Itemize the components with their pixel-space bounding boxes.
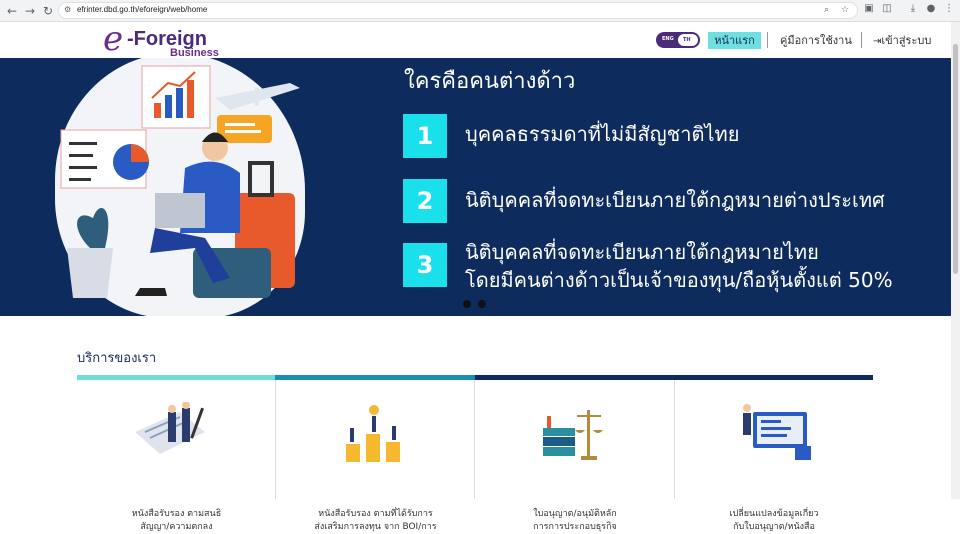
item-text: นิติบุคคลที่จดทะเบียนภายใต้กฎหมายต่างประ… [465,188,885,212]
services-title: บริการของเรา [77,351,157,366]
profile-icon[interactable]: ● [924,3,938,14]
address-bar[interactable]: ⚙ efrinter.dbd.go.th/eforeign/web/home ⌕… [58,2,858,19]
service-caption: สัญญา/ความตกลง [140,522,213,532]
login-link[interactable]: ⇥เข้าสู่ระบบ [873,32,931,50]
item-number-badge: 2 [403,179,447,223]
lang-eng[interactable]: ENG [662,36,674,42]
service-card[interactable]: หนังสือรับรอง ตามสนธิ สัญญา/ความตกลง [77,380,276,532]
item-text-line2: โดยมีคนต่างด้าวเป็นเจ้าของทุน/ถือหุ้นตั้… [465,268,893,292]
law-books-scale-icon [543,410,603,460]
carousel-dot[interactable] [478,300,486,308]
scrollbar-thumb[interactable] [953,44,958,274]
home-button[interactable]: หน้าแรก [708,32,761,49]
carousel-dot[interactable] [463,300,471,308]
service-caption: หนังสือรับรอง ตามสนธิ [131,509,222,519]
handshake-contract-icon [135,402,205,454]
data-change-icon [743,404,811,460]
services-section: บริการของเรา หนังสือรับรอง ตามสนธิ สัญญา… [0,316,951,532]
menu-icon[interactable]: ⋮ [942,3,956,14]
extension-icon[interactable]: ▣ [862,3,876,14]
manual-link[interactable]: คู่มือการใช้งาน [780,32,852,49]
coins-growth-icon [346,405,400,462]
language-toggle[interactable]: ENG TH [656,32,700,48]
forward-icon[interactable]: → [22,3,38,19]
download-icon[interactable]: ⤓ [906,3,920,14]
logo-e: e [103,19,124,59]
service-caption: กับใบอนุญาต/หนังสือ [733,522,815,532]
lang-knob: TH [678,34,698,46]
item-number-badge: 1 [403,114,447,158]
item-text: นิติบุคคลที่จดทะเบียนภายใต้กฎหมายไทย [465,240,819,264]
hero-title: ใครคือคนต่างด้าว [404,69,576,94]
nav-divider [861,32,862,48]
puzzle-icon[interactable]: ◫ [880,3,894,14]
page-scrollbar[interactable] [951,22,960,499]
zoom-icon[interactable]: ⌕ [824,5,829,15]
lang-th[interactable]: TH [683,37,691,43]
login-label: เข้าสู่ระบบ [881,34,932,47]
site-info-icon[interactable]: ⚙ [64,5,71,14]
reload-icon[interactable]: ↻ [40,3,56,19]
service-caption: การการประกอบธุรกิจ [533,522,617,532]
browser-toolbar: ← → ↻ ⚙ efrinter.dbd.go.th/eforeign/web/… [0,0,960,22]
service-caption: ส่งเสริมการลงทุน จาก BOI/การ [314,522,437,532]
service-caption: หนังสือรับรอง ตามที่ได้รับการ [318,509,433,519]
service-caption: เปลี่ยนแปลงข้อมูลเกี่ยว [729,509,819,519]
service-caption: ใบอนุญาต/อนุมัติหลัก [533,509,617,519]
back-icon[interactable]: ← [4,3,20,19]
item-number-badge: 3 [403,243,447,287]
hero-banner: ใครคือคนต่างด้าว 1 บุคคลธรรมดาที่ไม่มีสั… [0,58,951,316]
nav-divider [767,32,768,48]
service-card[interactable]: เปลี่ยนแปลงข้อมูลเกี่ยว กับใบอนุญาต/หนัง… [675,380,873,532]
item-text: บุคคลธรรมดาที่ไม่มีสัญชาติไทย [465,122,740,146]
service-card[interactable]: หนังสือรับรอง ตามที่ได้รับการ ส่งเสริมกา… [276,380,475,532]
site-header: e -Foreign Business ENG TH หน้าแรก คู่มื… [0,19,951,59]
bookmark-star-icon[interactable]: ☆ [841,5,849,15]
url-text: efrinter.dbd.go.th/eforeign/web/home [77,5,208,14]
service-card[interactable]: ใบอนุญาต/อนุมัติหลัก การการประกอบธุรกิจ [475,380,675,532]
businessman-travel-illustration [60,65,300,298]
